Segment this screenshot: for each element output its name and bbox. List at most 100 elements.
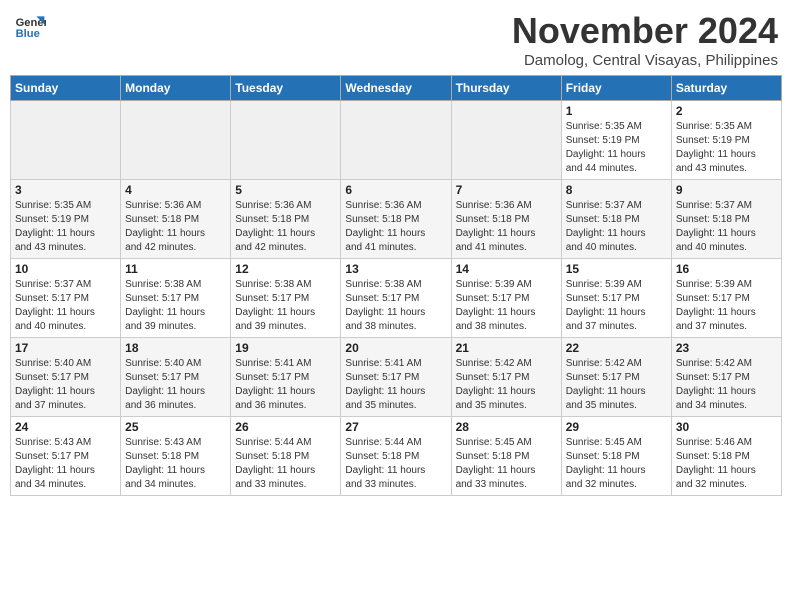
- day-info: Sunrise: 5:42 AMSunset: 5:17 PMDaylight:…: [676, 357, 777, 413]
- day-info: Sunrise: 5:42 AMSunset: 5:17 PMDaylight:…: [566, 357, 667, 413]
- weekday-saturday: Saturday: [671, 76, 781, 101]
- day-number: 18: [125, 341, 226, 355]
- calendar-cell: 23 Sunrise: 5:42 AMSunset: 5:17 PMDayligh…: [671, 338, 781, 417]
- day-info: Sunrise: 5:46 AMSunset: 5:18 PMDaylight:…: [676, 436, 777, 492]
- day-number: 5: [235, 183, 336, 197]
- day-number: 25: [125, 420, 226, 434]
- calendar-cell: 2 Sunrise: 5:35 AMSunset: 5:19 PMDaylight…: [671, 101, 781, 180]
- day-number: 30: [676, 420, 777, 434]
- week-row-5: 24 Sunrise: 5:43 AMSunset: 5:17 PMDayligh…: [11, 417, 782, 496]
- day-number: 12: [235, 262, 336, 276]
- calendar-cell: 19 Sunrise: 5:41 AMSunset: 5:17 PMDayligh…: [231, 338, 341, 417]
- day-number: 2: [676, 104, 777, 118]
- day-number: 21: [456, 341, 557, 355]
- day-number: 6: [345, 183, 446, 197]
- calendar-cell: 10 Sunrise: 5:37 AMSunset: 5:17 PMDayligh…: [11, 259, 121, 338]
- calendar-cell: 3 Sunrise: 5:35 AMSunset: 5:19 PMDaylight…: [11, 180, 121, 259]
- calendar-cell: 9Sunrise: 5:37 AMSunset: 5:18 PMDaylight…: [671, 180, 781, 259]
- calendar-cell: 30 Sunrise: 5:46 AMSunset: 5:18 PMDayligh…: [671, 417, 781, 496]
- day-info: Sunrise: 5:36 AMSunset: 5:18 PMDaylight:…: [235, 199, 336, 255]
- weekday-wednesday: Wednesday: [341, 76, 451, 101]
- day-number: 20: [345, 341, 446, 355]
- day-number: 15: [566, 262, 667, 276]
- day-info: Sunrise: 5:43 AMSunset: 5:18 PMDaylight:…: [125, 436, 226, 492]
- weekday-tuesday: Tuesday: [231, 76, 341, 101]
- calendar-cell: 1 Sunrise: 5:35 AMSunset: 5:19 PMDaylight…: [561, 101, 671, 180]
- day-info: Sunrise: 5:40 AMSunset: 5:17 PMDaylight:…: [15, 357, 116, 413]
- day-info: Sunrise: 5:35 AMSunset: 5:19 PMDaylight:…: [15, 199, 116, 255]
- day-number: 10: [15, 262, 116, 276]
- calendar-cell: 22 Sunrise: 5:42 AMSunset: 5:17 PMDayligh…: [561, 338, 671, 417]
- day-info: Sunrise: 5:37 AMSunset: 5:17 PMDaylight:…: [15, 278, 116, 334]
- calendar-cell: 14 Sunrise: 5:39 AMSunset: 5:17 PMDayligh…: [451, 259, 561, 338]
- day-number: 28: [456, 420, 557, 434]
- calendar-body: 1 Sunrise: 5:35 AMSunset: 5:19 PMDaylight…: [11, 101, 782, 496]
- calendar-cell: 27 Sunrise: 5:44 AMSunset: 5:18 PMDayligh…: [341, 417, 451, 496]
- calendar-cell: 8Sunrise: 5:37 AMSunset: 5:18 PMDaylight…: [561, 180, 671, 259]
- week-row-4: 17Sunrise: 5:40 AMSunset: 5:17 PMDayligh…: [11, 338, 782, 417]
- day-info: Sunrise: 5:41 AMSunset: 5:17 PMDaylight:…: [235, 357, 336, 413]
- day-info: Sunrise: 5:39 AMSunset: 5:17 PMDaylight:…: [456, 278, 557, 334]
- calendar-cell: 16Sunrise: 5:39 AMSunset: 5:17 PMDayligh…: [671, 259, 781, 338]
- day-number: 14: [456, 262, 557, 276]
- day-number: 9: [676, 183, 777, 197]
- weekday-friday: Friday: [561, 76, 671, 101]
- day-number: 27: [345, 420, 446, 434]
- day-number: 1: [566, 104, 667, 118]
- calendar-cell: 21Sunrise: 5:42 AMSunset: 5:17 PMDayligh…: [451, 338, 561, 417]
- day-info: Sunrise: 5:36 AMSunset: 5:18 PMDaylight:…: [456, 199, 557, 255]
- day-info: Sunrise: 5:45 AMSunset: 5:18 PMDaylight:…: [566, 436, 667, 492]
- calendar-cell: 13 Sunrise: 5:38 AMSunset: 5:17 PMDayligh…: [341, 259, 451, 338]
- calendar-cell: 5 Sunrise: 5:36 AMSunset: 5:18 PMDaylight…: [231, 180, 341, 259]
- day-info: Sunrise: 5:40 AMSunset: 5:17 PMDaylight:…: [125, 357, 226, 413]
- calendar-cell: 4Sunrise: 5:36 AMSunset: 5:18 PMDaylight…: [121, 180, 231, 259]
- weekday-monday: Monday: [121, 76, 231, 101]
- day-info: Sunrise: 5:38 AMSunset: 5:17 PMDaylight:…: [125, 278, 226, 334]
- title-block: November 2024 Damolog, Central Visayas, …: [512, 10, 778, 69]
- day-number: 22: [566, 341, 667, 355]
- location: Damolog, Central Visayas, Philippines: [512, 52, 778, 69]
- weekday-thursday: Thursday: [451, 76, 561, 101]
- calendar-cell: [451, 101, 561, 180]
- day-number: 3: [15, 183, 116, 197]
- day-number: 24: [15, 420, 116, 434]
- day-number: 29: [566, 420, 667, 434]
- day-info: Sunrise: 5:45 AMSunset: 5:18 PMDaylight:…: [456, 436, 557, 492]
- svg-text:Blue: Blue: [16, 28, 40, 40]
- calendar-cell: 17Sunrise: 5:40 AMSunset: 5:17 PMDayligh…: [11, 338, 121, 417]
- week-row-2: 3 Sunrise: 5:35 AMSunset: 5:19 PMDaylight…: [11, 180, 782, 259]
- day-number: 7: [456, 183, 557, 197]
- calendar-cell: 11Sunrise: 5:38 AMSunset: 5:17 PMDayligh…: [121, 259, 231, 338]
- day-info: Sunrise: 5:37 AMSunset: 5:18 PMDaylight:…: [566, 199, 667, 255]
- day-info: Sunrise: 5:38 AMSunset: 5:17 PMDaylight:…: [345, 278, 446, 334]
- calendar-cell: [341, 101, 451, 180]
- calendar-cell: 29 Sunrise: 5:45 AMSunset: 5:18 PMDayligh…: [561, 417, 671, 496]
- page-header: General Blue November 2024 Damolog, Cent…: [10, 10, 782, 69]
- day-info: Sunrise: 5:39 AMSunset: 5:17 PMDaylight:…: [676, 278, 777, 334]
- week-row-1: 1 Sunrise: 5:35 AMSunset: 5:19 PMDaylight…: [11, 101, 782, 180]
- weekday-sunday: Sunday: [11, 76, 121, 101]
- day-info: Sunrise: 5:35 AMSunset: 5:19 PMDaylight:…: [676, 120, 777, 176]
- calendar-cell: [11, 101, 121, 180]
- day-info: Sunrise: 5:38 AMSunset: 5:17 PMDaylight:…: [235, 278, 336, 334]
- calendar-cell: 28 Sunrise: 5:45 AMSunset: 5:18 PMDayligh…: [451, 417, 561, 496]
- calendar-cell: 26Sunrise: 5:44 AMSunset: 5:18 PMDayligh…: [231, 417, 341, 496]
- day-info: Sunrise: 5:43 AMSunset: 5:17 PMDaylight:…: [15, 436, 116, 492]
- calendar-cell: [231, 101, 341, 180]
- calendar-cell: 18 Sunrise: 5:40 AMSunset: 5:17 PMDayligh…: [121, 338, 231, 417]
- day-info: Sunrise: 5:44 AMSunset: 5:18 PMDaylight:…: [235, 436, 336, 492]
- logo: General Blue: [14, 10, 46, 42]
- day-number: 23: [676, 341, 777, 355]
- calendar-cell: [121, 101, 231, 180]
- day-number: 13: [345, 262, 446, 276]
- day-info: Sunrise: 5:35 AMSunset: 5:19 PMDaylight:…: [566, 120, 667, 176]
- week-row-3: 10 Sunrise: 5:37 AMSunset: 5:17 PMDayligh…: [11, 259, 782, 338]
- day-number: 19: [235, 341, 336, 355]
- calendar-cell: 7 Sunrise: 5:36 AMSunset: 5:18 PMDaylight…: [451, 180, 561, 259]
- calendar-cell: 6 Sunrise: 5:36 AMSunset: 5:18 PMDaylight…: [341, 180, 451, 259]
- day-info: Sunrise: 5:36 AMSunset: 5:18 PMDaylight:…: [345, 199, 446, 255]
- day-info: Sunrise: 5:44 AMSunset: 5:18 PMDaylight:…: [345, 436, 446, 492]
- day-info: Sunrise: 5:36 AMSunset: 5:18 PMDaylight:…: [125, 199, 226, 255]
- logo-icon: General Blue: [14, 10, 46, 42]
- weekday-header-row: SundayMondayTuesdayWednesdayThursdayFrid…: [11, 76, 782, 101]
